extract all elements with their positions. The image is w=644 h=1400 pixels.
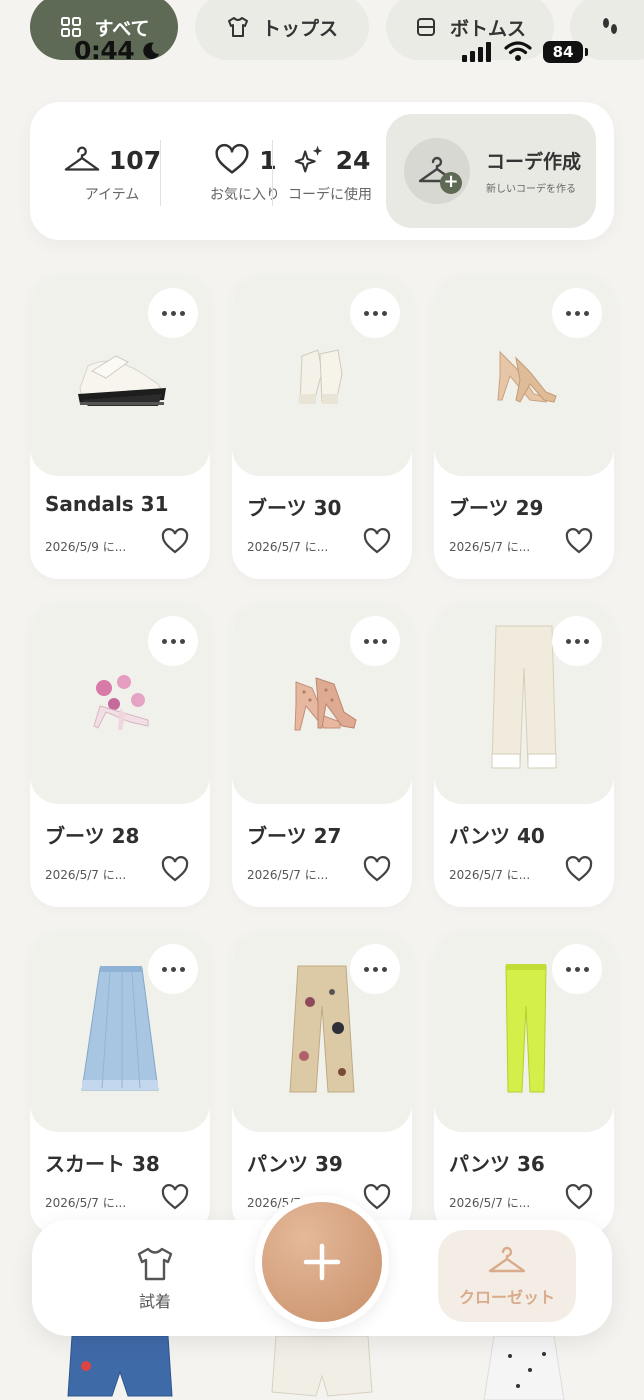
item-date: 2026/5/7 に... [449,540,531,554]
shorts-image-partial [67,1336,173,1397]
more-button[interactable] [552,944,602,994]
bottoms-icon [416,18,435,36]
heart-icon [215,143,249,174]
more-button[interactable] [552,616,602,666]
tab-bottoms[interactable]: ボトムス [386,0,554,60]
item-card[interactable]: ブーツ 30 2026/5/7 に... [232,276,412,579]
item-card[interactable]: Sandals 31 2026/5/9 に... [30,276,210,579]
shorts-image-partial [271,1336,373,1397]
favorite-heart-icon[interactable] [362,526,392,556]
add-item-button[interactable] [262,1202,382,1322]
stat-items-label: アイテム [84,187,140,203]
item-name: パンツ 36 [449,1152,545,1176]
tab-all-label: すべて [94,17,150,40]
divider [272,140,273,206]
item-name: ブーツ 30 [247,496,342,520]
favorite-heart-icon[interactable] [362,854,392,884]
item-date: 2026/5/9 に... [45,540,127,554]
item-name: ブーツ 28 [45,824,140,848]
more-button[interactable] [350,944,400,994]
more-button[interactable] [148,288,198,338]
grid-icon [60,17,81,37]
favorite-heart-icon[interactable] [564,854,594,884]
tshirt-icon [227,17,248,37]
item-date: 2026/5/7 に... [45,1196,127,1210]
item-card[interactable]: パンツ 36 2026/5/7 に... [434,932,614,1235]
item-date: 2026/5/7 に... [45,868,127,882]
item-card[interactable]: ブーツ 28 2026/5/7 に... [30,604,210,907]
hanger-icon [64,146,100,171]
tab-try-on[interactable]: 試着 [110,1246,200,1312]
tab-shoes[interactable] [570,0,644,60]
create-coord-button[interactable]: + コーデ作成 新しいコーデを作る [386,114,596,228]
item-name: スカート 38 [45,1152,160,1176]
favorite-heart-icon[interactable] [160,526,190,556]
tab-tops-label: トップス [261,17,338,40]
item-card[interactable]: スカート 38 2026/5/7 に... [30,932,210,1235]
tab-all[interactable]: すべて [30,0,178,60]
favorite-heart-icon[interactable] [564,1182,594,1212]
more-button[interactable] [148,944,198,994]
item-date: 2026/5/7 に... [247,540,329,554]
plus-icon [303,1243,341,1281]
tab-closet[interactable]: クローゼット [438,1230,576,1322]
create-coord-title: コーデ作成 [486,151,582,173]
hanger-icon [488,1246,526,1273]
create-coord-subtitle: 新しいコーデを作る [486,184,576,195]
tab-bottoms-label: ボトムス [449,17,526,40]
item-name: パンツ 39 [247,1152,343,1176]
stats-card: 107 アイテム 1 お気に入り 24 コーデに使用 + コーデ作成 新しいコー… [30,102,614,240]
item-card[interactable]: パンツ 40 2026/5/7 に... [434,604,614,907]
more-button[interactable] [552,288,602,338]
stat-used-label: コーデに使用 [288,187,372,203]
stat-items-value: 107 [108,145,162,175]
shoes-icon [603,18,617,34]
sparkle-icon [294,145,322,173]
item-date: 2026/5/7 に... [449,868,531,882]
divider [160,140,161,206]
create-coord-icon: + [404,138,470,204]
tshirt-icon [137,1247,173,1281]
item-card[interactable]: ブーツ 29 2026/5/7 に... [434,276,614,579]
item-name: パンツ 40 [449,824,545,848]
item-name: ブーツ 29 [449,496,544,520]
more-button[interactable] [350,288,400,338]
item-name: ブーツ 27 [247,824,342,848]
item-card[interactable]: ブーツ 27 2026/5/7 に... [232,604,412,907]
favorite-heart-icon[interactable] [160,1182,190,1212]
tab-try-on-label: 試着 [138,1292,171,1311]
stat-items[interactable]: 107 アイテム [52,140,172,204]
more-button[interactable] [148,616,198,666]
item-card[interactable]: パンツ 39 2026/5/7 に... [232,932,412,1235]
item-name: Sandals 31 [45,492,169,516]
stat-used-value: 24 [335,145,371,175]
item-date: 2026/5/7 に... [247,868,329,882]
plus-icon: + [440,172,462,194]
category-tabs: すべて トップス ボトムス [0,0,644,62]
more-button[interactable] [350,616,400,666]
favorite-heart-icon[interactable] [564,526,594,556]
tab-tops[interactable]: トップス [195,0,369,60]
tab-closet-label: クローゼット [458,1288,555,1307]
favorite-heart-icon[interactable] [362,1182,392,1212]
stat-used[interactable]: 24 コーデに使用 [275,140,385,204]
favorite-heart-icon[interactable] [160,854,190,884]
skirt-image-partial [483,1336,565,1400]
item-date: 2026/5/7 に... [449,1196,531,1210]
